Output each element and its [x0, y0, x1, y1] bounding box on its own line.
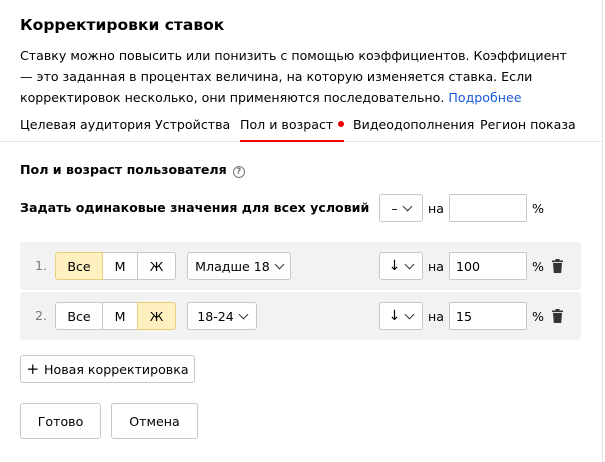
plus-icon: + — [26, 360, 40, 378]
adjustment-row: 1. Все М Ж Младше 18 ↓ на 100 % — [20, 242, 581, 290]
tab-target-audience[interactable]: Целевая аудитория — [20, 117, 151, 142]
gender-segmented-control: Все М Ж — [55, 252, 176, 280]
dialog-description: Ставку можно повысить или понизить с пом… — [20, 45, 580, 108]
trash-icon[interactable] — [552, 309, 563, 323]
add-adjustment-label: Новая корректировка — [44, 361, 189, 377]
attention-dot-icon — [338, 121, 345, 127]
gender-male-button[interactable]: М — [102, 302, 138, 330]
bid-adjustments-dialog: Корректировки ставок Ставку можно повыси… — [0, 0, 603, 462]
tab-region[interactable]: Регион показа — [480, 117, 576, 142]
tab-bar: Целевая аудитория Устройства Пол и возра… — [0, 116, 603, 142]
chevron-down-icon — [402, 201, 413, 211]
chevron-down-icon — [404, 259, 415, 269]
tab-devices[interactable]: Устройства — [155, 117, 230, 142]
add-adjustment-button[interactable]: + Новая корректировка — [20, 355, 195, 383]
same-direction-select[interactable]: – — [379, 194, 423, 222]
percent-sign: % — [532, 201, 544, 216]
row-number: 1. — [35, 258, 48, 273]
age-select[interactable]: Младше 18 — [187, 252, 291, 280]
trash-icon[interactable] — [552, 259, 563, 273]
cancel-button[interactable]: Отмена — [111, 403, 198, 439]
tab-gender-age-label: Пол и возраст — [240, 117, 334, 132]
adjustment-row: 2. Все М Ж 18-24 ↓ на 15 % — [20, 292, 581, 340]
age-select[interactable]: 18-24 — [187, 302, 257, 330]
section-title-text: Пол и возраст пользователя — [20, 162, 227, 177]
value-input[interactable]: 15 — [449, 302, 527, 330]
gender-female-button[interactable]: Ж — [137, 252, 176, 280]
value-input[interactable]: 100 — [449, 252, 527, 280]
same-value-input[interactable] — [449, 194, 527, 222]
row-number: 2. — [35, 308, 48, 323]
direction-select[interactable]: ↓ — [379, 302, 423, 330]
percent-sign: % — [532, 259, 544, 274]
done-button[interactable]: Готово — [20, 403, 101, 439]
on-label: на — [428, 201, 444, 216]
chevron-down-icon — [274, 259, 285, 269]
on-label: на — [428, 309, 444, 324]
same-direction-value: – — [391, 200, 398, 216]
percent-sign: % — [532, 309, 544, 324]
chevron-down-icon — [404, 309, 415, 319]
gender-all-button[interactable]: Все — [55, 302, 103, 330]
section-title: Пол и возраст пользователя? — [20, 162, 245, 178]
gender-female-button[interactable]: Ж — [137, 302, 176, 330]
tab-gender-age[interactable]: Пол и возраст — [240, 117, 345, 142]
arrow-down-icon: ↓ — [388, 308, 401, 324]
gender-segmented-control: Все М Ж — [55, 302, 176, 330]
tab-video-extensions[interactable]: Видеодополнения — [353, 117, 474, 142]
gender-male-button[interactable]: М — [102, 252, 138, 280]
more-link[interactable]: Подробнее — [448, 90, 521, 105]
gender-all-button[interactable]: Все — [55, 252, 103, 280]
arrow-down-icon: ↓ — [388, 258, 401, 274]
age-value: 18-24 — [197, 308, 234, 324]
question-circle-icon[interactable]: ? — [232, 166, 245, 178]
on-label: на — [428, 259, 444, 274]
age-value: Младше 18 — [195, 258, 270, 274]
dialog-title: Корректировки ставок — [20, 16, 225, 34]
direction-select[interactable]: ↓ — [379, 252, 423, 280]
chevron-down-icon — [238, 309, 249, 319]
same-values-label: Задать одинаковые значения для всех усло… — [20, 200, 370, 215]
